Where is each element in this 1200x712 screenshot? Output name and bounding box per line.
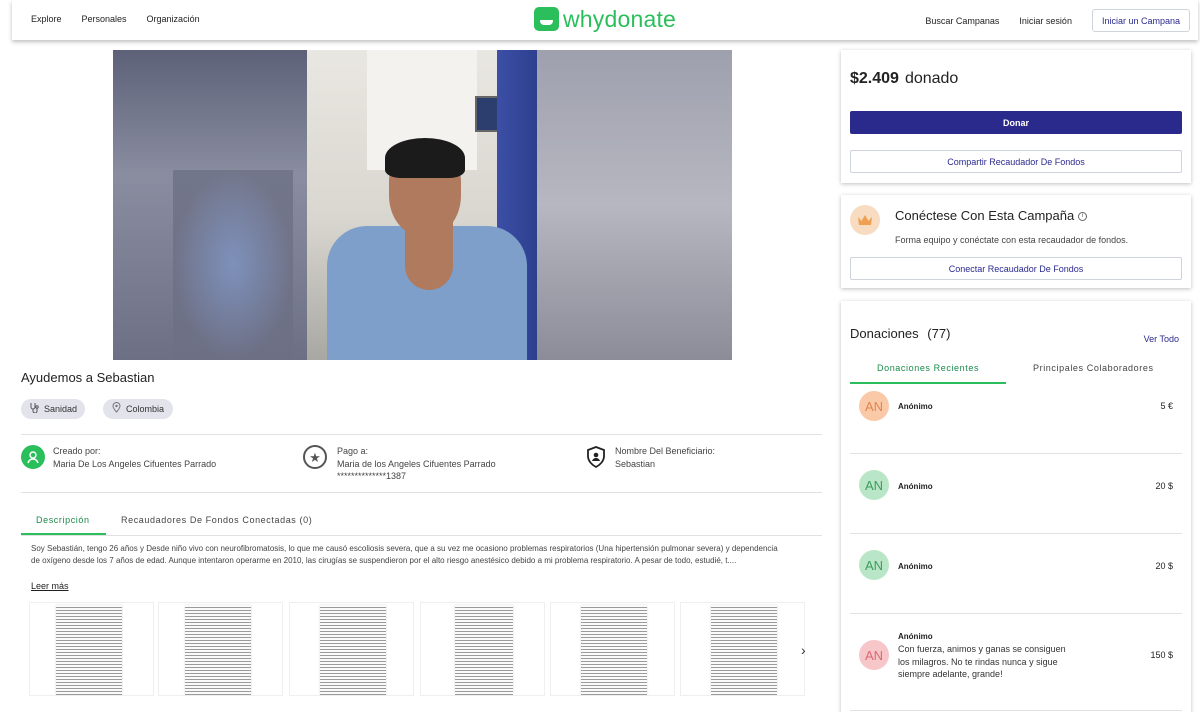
document-thumbnail[interactable] xyxy=(289,602,414,696)
donation-item: AN Anónimo 20 $ xyxy=(850,534,1182,614)
tab-connected-fundraisers[interactable]: Recaudadores De Fondos Conectadas (0) xyxy=(121,515,312,525)
nav-organization[interactable]: Organización xyxy=(147,14,200,24)
view-all-link[interactable]: Ver Todo xyxy=(1144,334,1179,344)
campaign-description: Soy Sebastián, tengo 26 años y Desde niñ… xyxy=(31,543,811,567)
avatar: AN xyxy=(859,391,889,421)
donations-card: Donaciones (77) Ver Todo Donaciones Reci… xyxy=(841,301,1191,712)
crown-icon xyxy=(850,205,880,235)
logo-icon xyxy=(534,7,559,31)
pay-to-block: ★ Pago a: Maria de los Angeles Cifuentes… xyxy=(303,445,496,483)
donor-name: Anónimo xyxy=(898,482,933,491)
top-navbar: Explore Personales Organización whydonat… xyxy=(12,0,1198,40)
nav-personal[interactable]: Personales xyxy=(82,14,127,24)
created-by-label: Creado por: xyxy=(53,446,101,456)
document-thumbnail[interactable] xyxy=(29,602,154,696)
document-thumbnail[interactable] xyxy=(680,602,805,696)
donate-button[interactable]: Donar xyxy=(850,111,1182,134)
amount-suffix: donado xyxy=(904,70,959,87)
start-campaign-button[interactable]: Iniciar un Campana xyxy=(1091,9,1190,32)
donation-amount: 20 $ xyxy=(1155,481,1173,491)
document-thumbnail[interactable] xyxy=(420,602,545,696)
tab-top-contributors[interactable]: Principales Colaboradores xyxy=(1033,363,1154,373)
connect-fundraiser-button[interactable]: Conectar Recaudador De Fondos xyxy=(850,257,1182,280)
document-thumbnail[interactable] xyxy=(550,602,675,696)
beneficiary-label: Nombre Del Beneficiario: xyxy=(615,446,716,456)
donation-message: Con fuerza, animos y ganas se consiguen … xyxy=(898,644,1066,679)
search-campaigns-link[interactable]: Buscar Campanas xyxy=(925,16,999,26)
pay-to-label: Pago a: xyxy=(337,446,369,456)
hero-blur-right xyxy=(537,50,732,360)
location-label: Colombia xyxy=(126,404,165,414)
nav-left: Explore Personales Organización xyxy=(31,14,220,24)
nav-explore[interactable]: Explore xyxy=(31,14,62,24)
donor-name: Anónimo xyxy=(898,632,933,641)
hero-blur-left xyxy=(113,50,307,360)
campaign-title: Ayudemos a Sebastian xyxy=(21,370,155,385)
donation-amount: 150 $ xyxy=(1150,650,1173,660)
donations-heading: Donaciones (77) xyxy=(850,326,950,341)
amount-raised: $2.409 donado xyxy=(850,70,958,88)
user-icon xyxy=(21,445,45,469)
divider xyxy=(21,492,822,493)
pay-to-account: **************1387 xyxy=(337,471,407,481)
carousel-next-icon[interactable]: › xyxy=(801,642,806,658)
divider xyxy=(21,535,822,536)
login-link[interactable]: Iniciar sesión xyxy=(1019,16,1072,26)
avatar: AN xyxy=(859,470,889,500)
donation-item: AN Anónimo Con fuerza, animos y ganas se… xyxy=(850,614,1182,711)
donation-amount: 5 € xyxy=(1160,401,1173,411)
donations-count: (77) xyxy=(927,326,951,341)
nav-right: Buscar Campanas Iniciar sesión Iniciar u… xyxy=(925,9,1190,32)
divider xyxy=(21,434,822,435)
shield-user-icon xyxy=(584,445,608,469)
connect-title-text: Conéctese Con Esta Campaña xyxy=(895,208,1075,223)
share-fundraiser-button[interactable]: Compartir Recaudador De Fondos xyxy=(850,150,1182,173)
location-tag[interactable]: Colombia xyxy=(103,399,174,419)
created-by-name[interactable]: Maria De Los Angeles Cifuentes Parrado xyxy=(53,458,216,471)
logo-text: whydonate xyxy=(563,6,677,32)
document-thumbnail[interactable] xyxy=(158,602,283,696)
category-tag[interactable]: Sanidad xyxy=(21,399,86,419)
campaign-photo xyxy=(307,50,537,360)
description-line: de oxígeno desde los 7 años de edad. Aun… xyxy=(31,556,737,565)
read-more-link[interactable]: Leer más xyxy=(31,581,69,591)
avatar: AN xyxy=(859,550,889,580)
connect-title: Conéctese Con Esta Campaña i xyxy=(895,208,1088,223)
star-badge-icon: ★ xyxy=(303,445,327,469)
location-pin-icon xyxy=(112,402,121,416)
donor-name: Anónimo xyxy=(898,562,933,571)
created-by-block: Creado por: Maria De Los Angeles Cifuent… xyxy=(21,445,216,470)
donor-name: Anónimo xyxy=(898,402,933,411)
description-line: Soy Sebastián, tengo 26 años y Desde niñ… xyxy=(31,544,778,553)
tab-description[interactable]: Descripción xyxy=(36,515,90,525)
category-label: Sanidad xyxy=(44,404,78,414)
donation-amount: 20 $ xyxy=(1155,561,1173,571)
pay-to-name: Maria de los Angeles Cifuentes Parrado xyxy=(337,458,496,469)
donations-title: Donaciones xyxy=(850,326,919,341)
amount-value: $2.409 xyxy=(850,70,899,87)
whydonate-logo[interactable]: whydonate xyxy=(534,7,676,31)
stethoscope-icon xyxy=(29,402,39,416)
donation-item: AN Anónimo 5 € xyxy=(850,384,1182,454)
connect-subtitle: Forma equipo y conéctate con esta recaud… xyxy=(895,235,1129,245)
tab-recent-donations[interactable]: Donaciones Recientes xyxy=(877,363,979,373)
connect-card: Conéctese Con Esta Campaña i Forma equipo… xyxy=(841,195,1191,288)
beneficiary-name: Sebastian xyxy=(615,458,656,469)
beneficiary-block: Nombre Del Beneficiario: Sebastian xyxy=(584,445,715,470)
info-icon[interactable]: i xyxy=(1078,212,1088,222)
donation-item: AN Anónimo 20 $ xyxy=(850,454,1182,534)
campaign-hero-image xyxy=(113,50,732,360)
photo-hair xyxy=(385,138,465,178)
avatar: AN xyxy=(859,640,889,670)
donate-card: $2.409 donado Donar Compartir Recaudador … xyxy=(841,50,1191,183)
